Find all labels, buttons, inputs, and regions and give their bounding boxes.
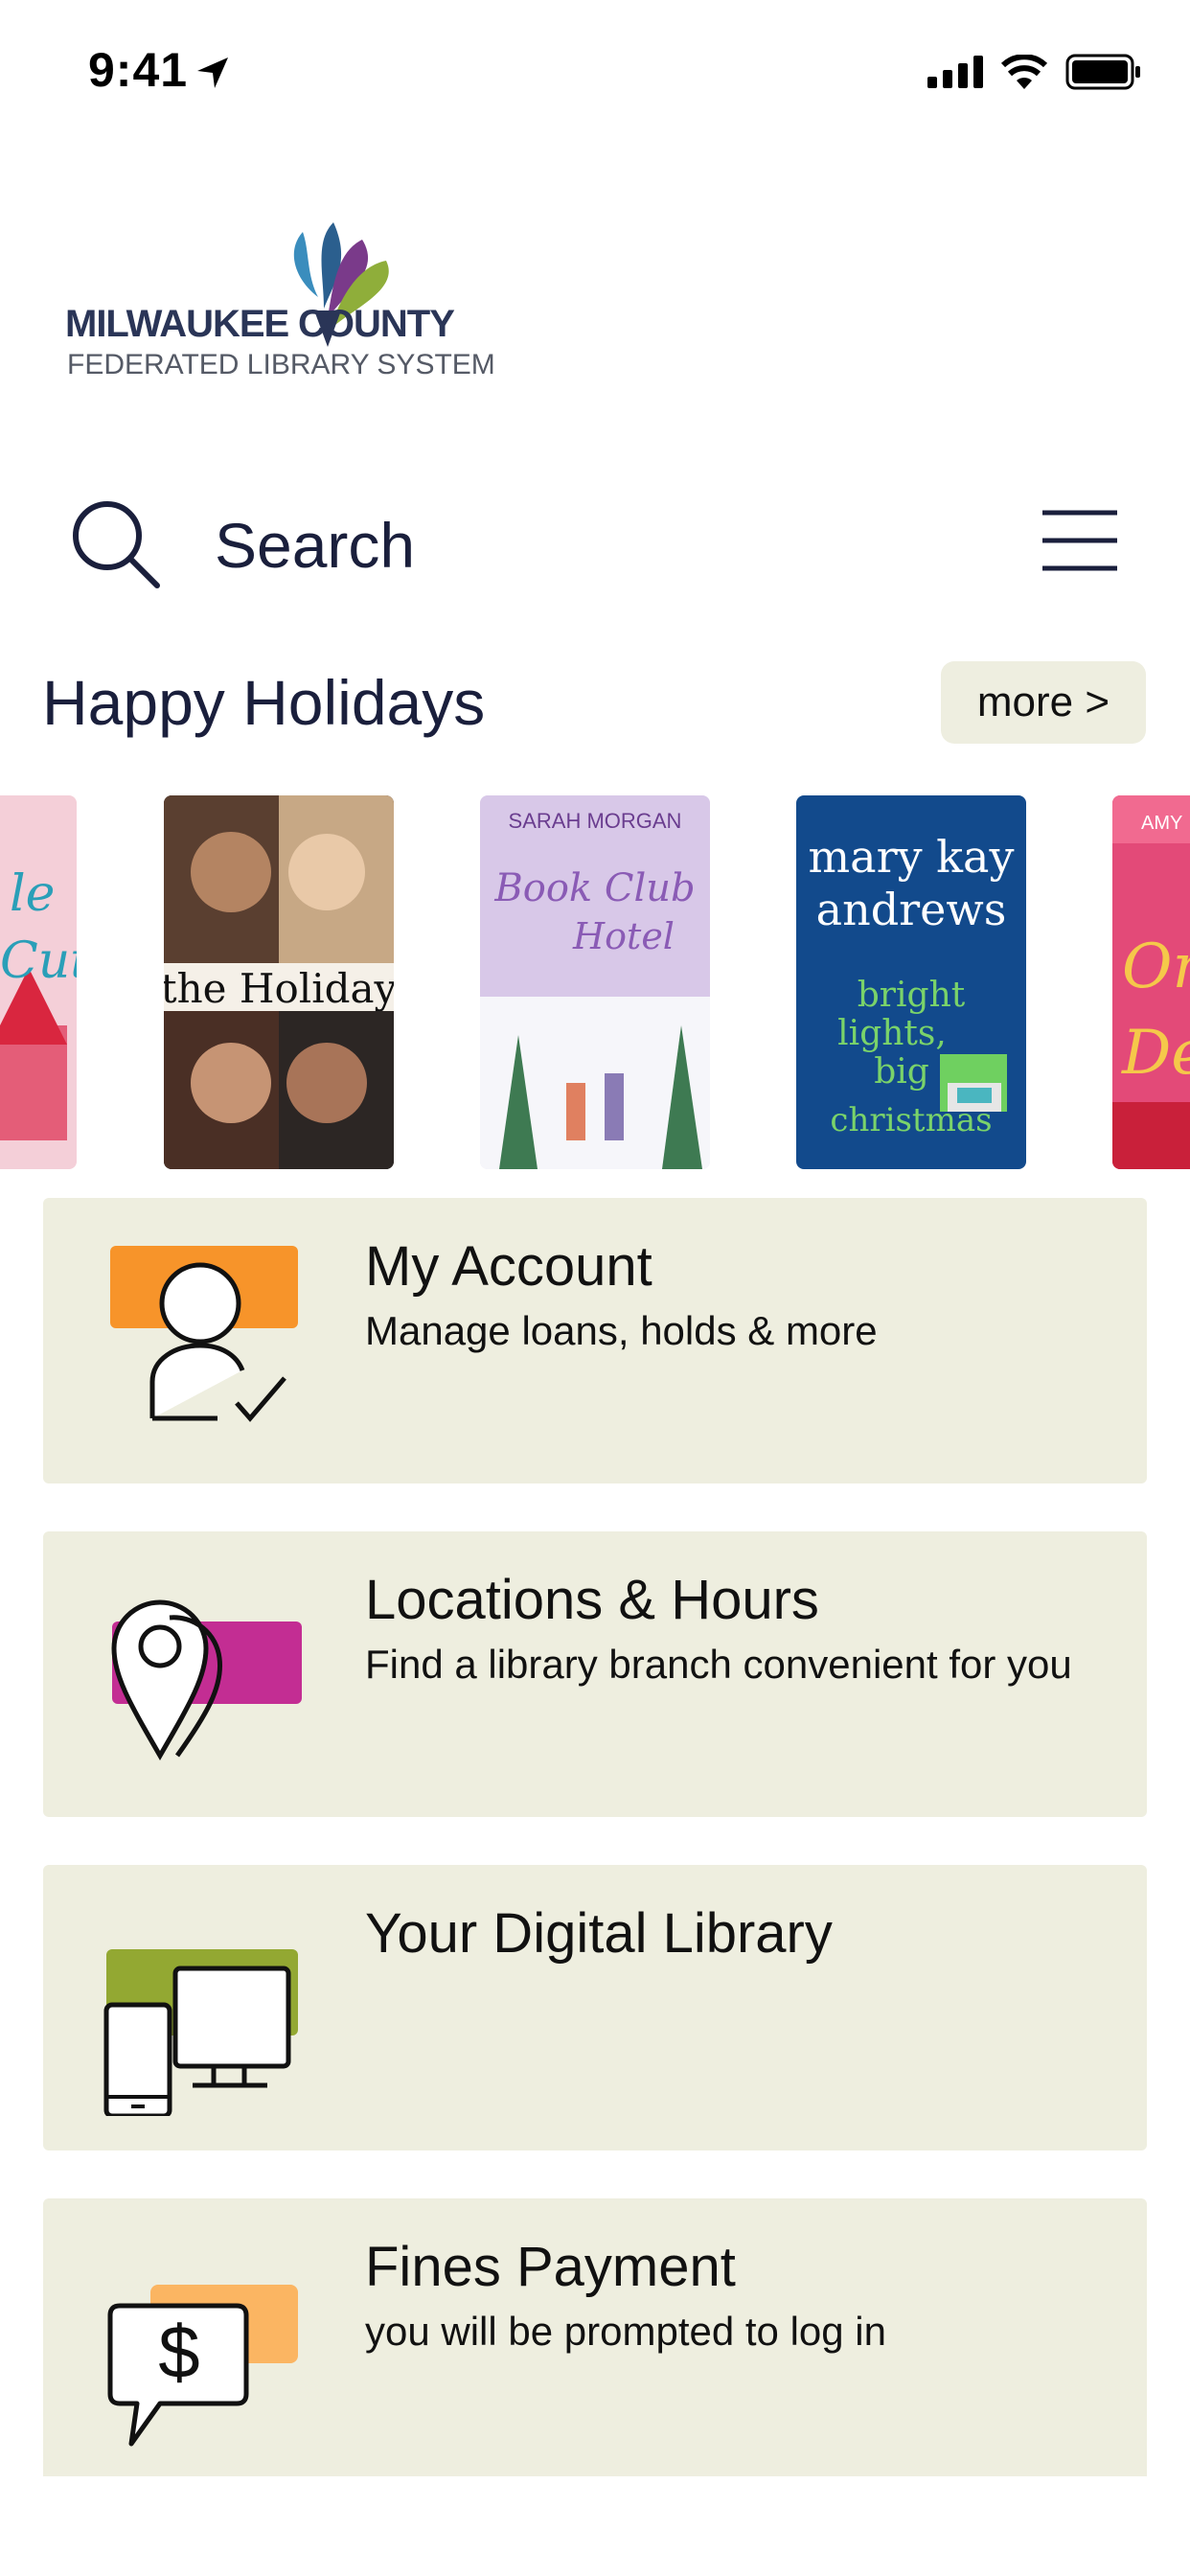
cellular-signal-icon (927, 56, 983, 88)
logo-text-top: MILWAUKEE COUNTY (65, 303, 455, 346)
wifi-icon (1000, 55, 1048, 89)
svg-text:lights,: lights, (837, 1014, 947, 1053)
book-title-text: the Holiday (164, 965, 394, 1012)
fines-payment-card[interactable]: $ Fines Payment you will be prompted to … (43, 2198, 1147, 2476)
svg-text:Book Club: Book Club (493, 866, 695, 910)
book-carousel[interactable]: le Cute the Holiday SARAH MORGAN Book Cl… (0, 795, 1190, 1169)
svg-text:Cute: Cute (0, 932, 77, 990)
book-cover-book-club-hotel[interactable]: SARAH MORGAN Book Club Hotel (480, 795, 710, 1169)
svg-text:$: $ (158, 2310, 199, 2394)
book-cover-art: the Holiday (164, 795, 394, 1169)
svg-text:andrews: andrews (816, 884, 1007, 935)
digital-library-card[interactable]: Your Digital Library (43, 1865, 1147, 2150)
payment-dollar-icon: $ (107, 2285, 298, 2447)
logo-text-bottom: FEDERATED LIBRARY SYSTEM (67, 349, 495, 380)
location-arrow-icon (197, 58, 228, 88)
hamburger-menu-icon[interactable] (1041, 507, 1119, 574)
book-cover-art: AMY Onc De (1112, 795, 1190, 1169)
search-bar (0, 484, 1190, 609)
svg-text:bright: bright (858, 976, 966, 1015)
locations-hours-card[interactable]: Locations & Hours Find a library branch … (43, 1531, 1147, 1817)
status-bar: 9:41 (0, 0, 1190, 144)
digital-library-title: Your Digital Library (365, 1902, 833, 1965)
svg-text:le: le (10, 865, 55, 923)
svg-text:big: big (874, 1052, 929, 1092)
logo-text-county: COUNTY (298, 303, 455, 345)
battery-icon (1065, 54, 1140, 90)
svg-text:AMY: AMY (1141, 813, 1182, 834)
my-account-subtitle: Manage loans, holds & more (365, 1308, 878, 1353)
book-cover-bright-lights-big-christmas[interactable]: mary kay andrews bright lights, big chri… (796, 795, 1026, 1169)
status-time: 9:41 (88, 43, 189, 97)
locations-hours-subtitle: Find a library branch convenient for you (365, 1642, 1072, 1687)
logo-text-milwaukee: MILWAUKEE (65, 303, 289, 345)
svg-text:Onc: Onc (1122, 932, 1190, 1002)
my-account-title: My Account (365, 1235, 652, 1298)
book-cover-holiday-romance[interactable]: AMY Onc De (1112, 795, 1190, 1169)
fines-payment-subtitle: you will be prompted to log in (365, 2309, 886, 2354)
location-pin-icon (111, 1599, 302, 1761)
fines-payment-title: Fines Payment (365, 2236, 736, 2298)
locations-hours-title: Locations & Hours (365, 1569, 819, 1631)
svg-text:De: De (1121, 1018, 1190, 1089)
my-account-card[interactable]: My Account Manage loans, holds & more (43, 1198, 1147, 1484)
library-logo[interactable]: MILWAUKEE COUNTY FEDERATED LIBRARY SYSTE… (65, 222, 495, 385)
book-cover-art: mary kay andrews bright lights, big chri… (796, 795, 1026, 1169)
account-user-icon (110, 1246, 298, 1422)
book-cover-jingle-cute[interactable]: le Cute (0, 795, 77, 1169)
more-button[interactable]: more > (941, 661, 1146, 744)
book-author-text: SARAH MORGAN (509, 809, 682, 833)
book-cover-art: le Cute (0, 795, 77, 1169)
svg-text:mary kay: mary kay (809, 831, 1015, 883)
svg-text:Hotel: Hotel (572, 915, 675, 957)
search-icon[interactable] (69, 497, 161, 589)
section-title: Happy Holidays (42, 667, 486, 738)
search-input[interactable] (215, 509, 694, 582)
status-indicators (927, 54, 1142, 90)
book-cover-art: SARAH MORGAN Book Club Hotel (480, 795, 710, 1169)
devices-icon (103, 1949, 298, 2116)
book-cover-the-holiday[interactable]: the Holiday (164, 795, 394, 1169)
